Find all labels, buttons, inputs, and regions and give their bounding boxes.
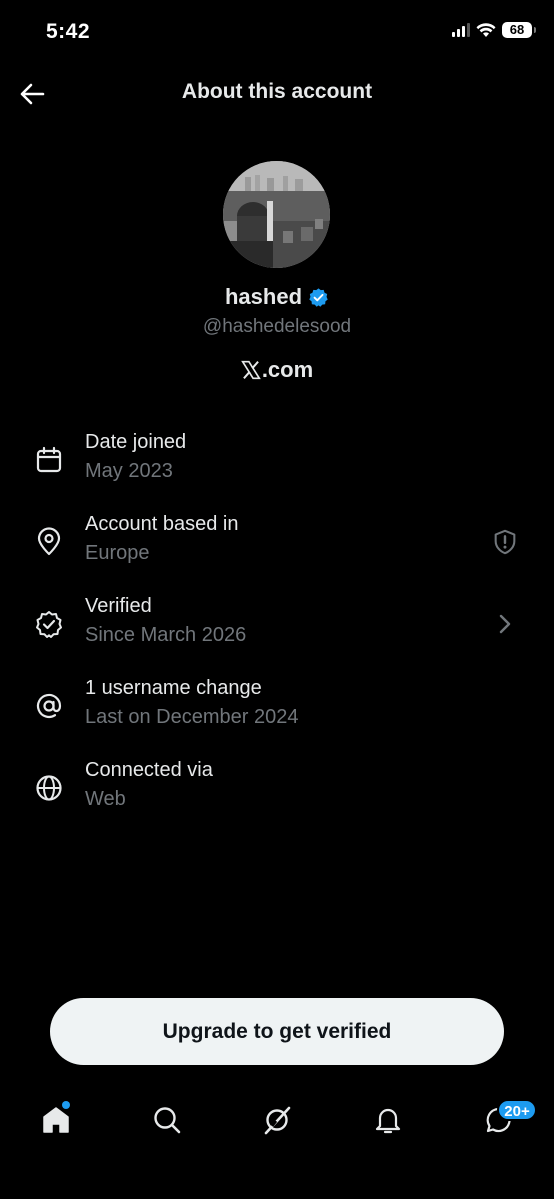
tab-home[interactable]: [34, 1098, 78, 1142]
name-row: hashed: [0, 284, 554, 310]
home-icon: [43, 1107, 69, 1133]
verified-chevron[interactable]: [490, 609, 520, 639]
page-title: About this account: [181, 80, 373, 103]
info-sub: Web: [85, 788, 126, 810]
info-title: Connected via: [85, 759, 213, 781]
chevron-right-icon: [499, 614, 511, 634]
location-pin-icon: [37, 527, 61, 556]
notifications-icon: [375, 1108, 401, 1134]
screen: 5:42 68 About this account hashed @hashe…: [0, 0, 554, 1199]
info-row-connected-via: Connected via Web: [0, 759, 554, 829]
home-notification-dot: [62, 1101, 70, 1109]
upgrade-button[interactable]: Upgrade to get verified: [50, 998, 504, 1065]
avatar[interactable]: [223, 161, 330, 268]
at-sign-icon: [36, 693, 62, 719]
verified-badge-icon: [309, 287, 328, 307]
tab-notifications[interactable]: [366, 1098, 410, 1142]
cellular-signal-icon: [452, 23, 470, 37]
info-sub: May 2023: [85, 460, 173, 482]
battery-indicator: 68: [502, 22, 536, 38]
x-logo-icon: [240, 360, 261, 380]
info-row-date-joined: Date joined May 2023: [0, 431, 554, 501]
info-title: 1 username change: [85, 677, 262, 699]
display-name: hashed: [224, 284, 303, 309]
wifi-icon: [476, 22, 496, 37]
info-row-verified[interactable]: Verified Since March 2026: [0, 595, 554, 665]
domain-text: .com: [261, 357, 314, 382]
info-sub: Last on December 2024: [85, 706, 299, 728]
info-sub: Europe: [85, 542, 150, 564]
status-icons: 68: [452, 22, 536, 38]
tab-grok[interactable]: [255, 1098, 299, 1142]
info-title: Verified: [85, 595, 152, 617]
verified-badge-icon: [36, 611, 62, 638]
info-shield-button[interactable]: [490, 527, 520, 557]
info-row-username-change: 1 username change Last on December 2024: [0, 677, 554, 747]
tab-search[interactable]: [145, 1098, 189, 1142]
messages-badge: 20+: [497, 1099, 537, 1121]
search-icon: [154, 1107, 181, 1134]
username-handle: @hashedelesood: [202, 316, 352, 337]
grok-icon: [264, 1106, 291, 1135]
info-sub: Since March 2026: [85, 624, 247, 646]
status-time: 5:42: [46, 20, 91, 43]
info-row-account-based-in: Account based in Europe: [0, 513, 554, 583]
globe-icon: [36, 775, 62, 801]
domain-row: .com: [0, 357, 554, 383]
avatar-image: [223, 161, 330, 268]
shield-alert-icon: [494, 529, 516, 555]
info-title: Account based in: [85, 513, 239, 535]
calendar-icon: [36, 446, 62, 473]
info-title: Date joined: [85, 431, 187, 453]
